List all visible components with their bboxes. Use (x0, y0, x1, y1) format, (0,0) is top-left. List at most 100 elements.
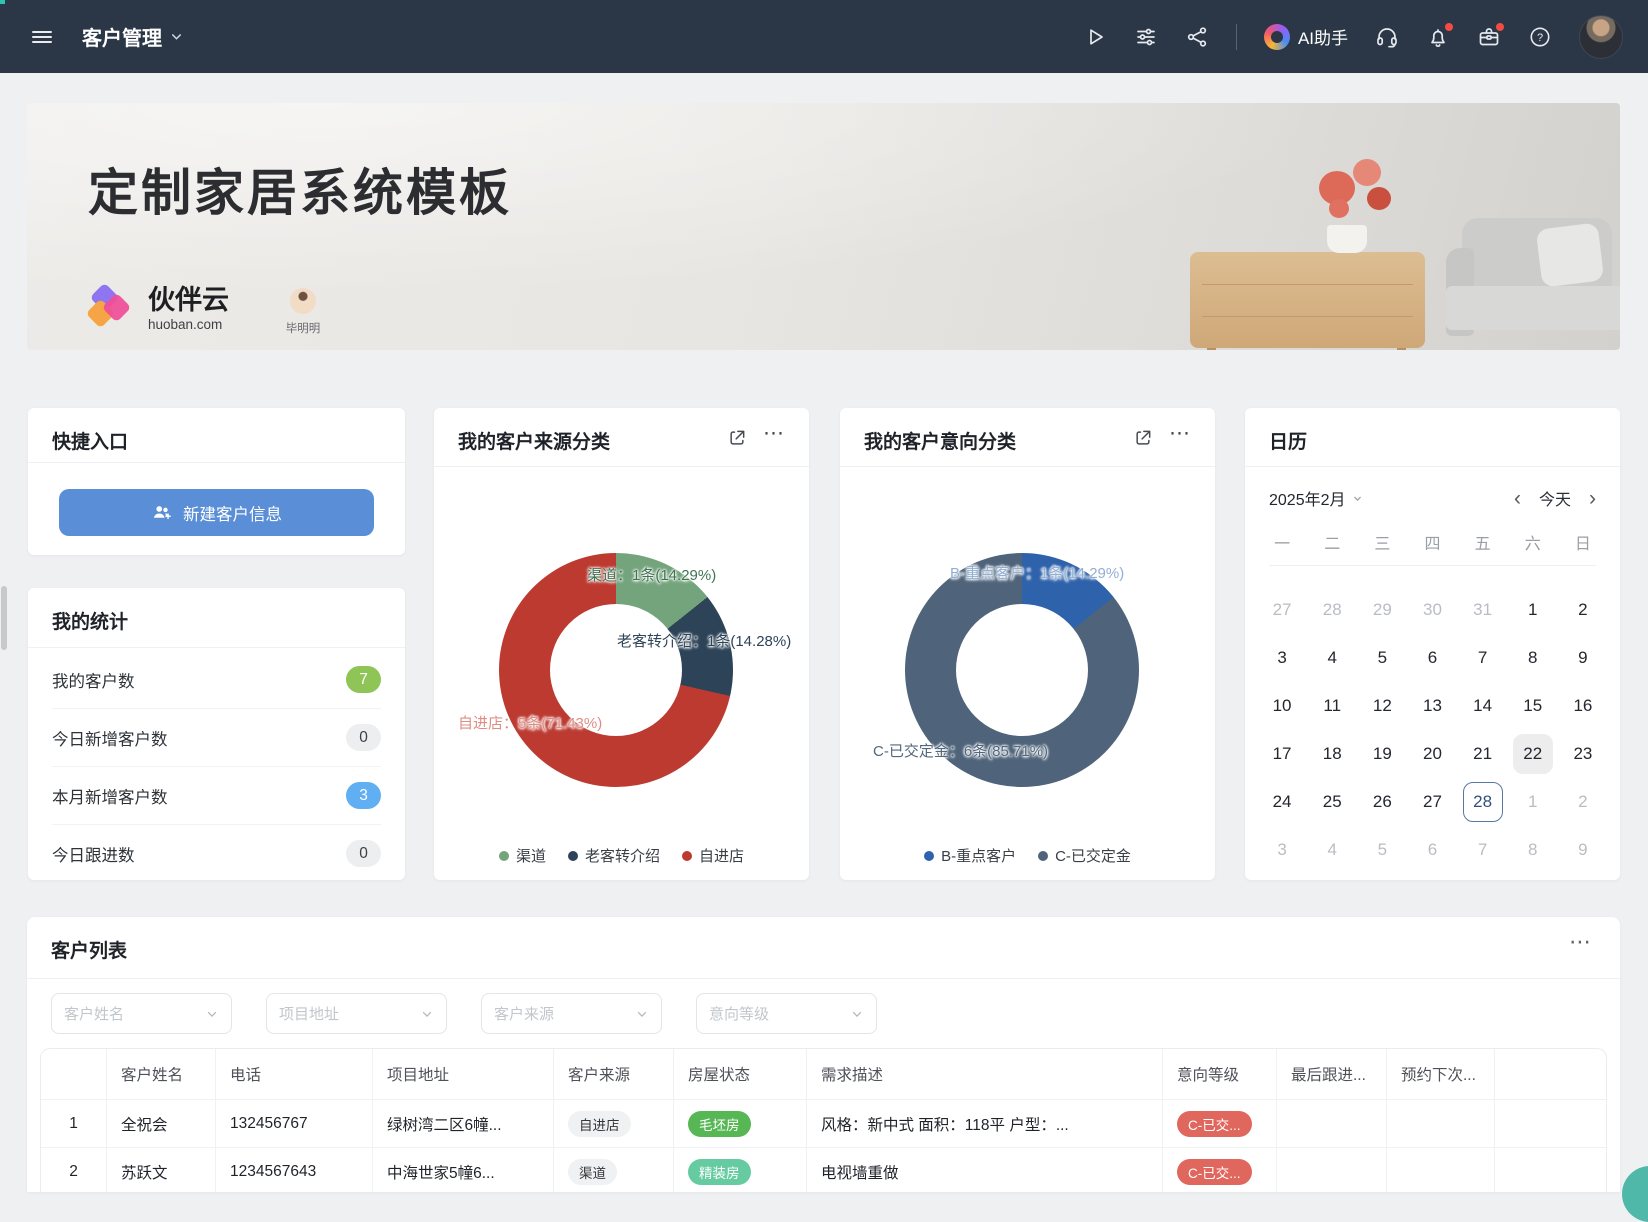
new-customer-button[interactable]: 新建客户信息 (59, 489, 374, 536)
cell-last-followup[interactable] (1277, 1148, 1387, 1192)
calendar-day[interactable]: 19 (1362, 734, 1402, 774)
legend-item[interactable]: 渠道 (499, 845, 546, 866)
month-selector[interactable]: 2025年2月 (1269, 486, 1363, 510)
legend-item[interactable]: C-已交定金 (1038, 845, 1131, 866)
cell-demand[interactable]: 风格：新中式 面积：118平 户型：... (807, 1100, 1163, 1147)
calendar-day[interactable]: 24 (1262, 782, 1302, 822)
ai-assistant-button[interactable]: AI助手 (1264, 24, 1348, 50)
calendar-day[interactable]: 26 (1362, 782, 1402, 822)
stat-row[interactable]: 今日新增客户数 0 (52, 709, 381, 767)
calendar-day[interactable]: 4 (1312, 830, 1352, 870)
calendar-day[interactable]: 6 (1412, 638, 1452, 678)
cell-house-status[interactable]: 毛坯房 (674, 1100, 807, 1147)
legend-item[interactable]: 老客转介绍 (568, 845, 660, 866)
table-row[interactable]: 2 苏跃文 1234567643 中海世家5幢6... 渠道 精装房 电视墙重做… (41, 1148, 1606, 1192)
calendar-day[interactable]: 23 (1563, 734, 1603, 774)
prev-month-button[interactable]: ‹ (1514, 488, 1521, 509)
share-icon[interactable] (1185, 25, 1209, 49)
cell-next-appointment[interactable] (1387, 1148, 1495, 1192)
calendar-day[interactable]: 7 (1463, 830, 1503, 870)
calendar-day[interactable]: 2 (1563, 782, 1603, 822)
cell-intention[interactable]: C-已交... (1163, 1100, 1277, 1147)
calendar-day[interactable]: 1 (1513, 782, 1553, 822)
filter-intention-level[interactable]: 意向等级 (696, 993, 877, 1034)
calendar-day[interactable]: 14 (1463, 686, 1503, 726)
header-cell[interactable]: 意向等级 (1163, 1049, 1277, 1099)
calendar-day[interactable]: 13 (1412, 686, 1452, 726)
cell-customer-name[interactable]: 全祝会 (107, 1100, 216, 1147)
calendar-day[interactable]: 12 (1362, 686, 1402, 726)
calendar-day[interactable]: 5 (1362, 638, 1402, 678)
calendar-day[interactable]: 5 (1362, 830, 1402, 870)
header-cell[interactable]: 项目地址 (373, 1049, 554, 1099)
header-cell[interactable]: 需求描述 (807, 1049, 1163, 1099)
calendar-day[interactable]: 18 (1312, 734, 1352, 774)
notifications-bell-icon[interactable] (1426, 25, 1450, 49)
cell-house-status[interactable]: 精装房 (674, 1148, 807, 1192)
filter-customer-name[interactable]: 客户姓名 (51, 993, 232, 1034)
calendar-day-today[interactable]: 28 (1463, 782, 1503, 822)
calendar-day[interactable]: 8 (1513, 638, 1553, 678)
calendar-day[interactable]: 10 (1262, 686, 1302, 726)
cell-last-followup[interactable] (1277, 1100, 1387, 1147)
calendar-day[interactable]: 21 (1463, 734, 1503, 774)
stat-row[interactable]: 本月新增客户数 3 (52, 767, 381, 825)
floating-assistant-button[interactable] (1622, 1166, 1648, 1222)
calendar-day[interactable]: 25 (1312, 782, 1352, 822)
open-in-new-icon[interactable] (727, 428, 747, 448)
open-in-new-icon[interactable] (1133, 428, 1153, 448)
header-cell[interactable]: 客户来源 (554, 1049, 674, 1099)
cell-phone[interactable]: 1234567643 (216, 1148, 373, 1192)
calendar-day[interactable]: 15 (1513, 686, 1553, 726)
cell-next-appointment[interactable] (1387, 1100, 1495, 1147)
filter-customer-source[interactable]: 客户来源 (481, 993, 662, 1034)
calendar-day[interactable]: 8 (1513, 830, 1553, 870)
calendar-day[interactable]: 30 (1412, 590, 1452, 630)
calendar-day[interactable]: 9 (1563, 638, 1603, 678)
settings-sliders-icon[interactable] (1134, 25, 1158, 49)
calendar-day[interactable]: 3 (1262, 638, 1302, 678)
calendar-day[interactable]: 27 (1262, 590, 1302, 630)
calendar-day[interactable]: 2 (1563, 590, 1603, 630)
filter-project-address[interactable]: 项目地址 (266, 993, 447, 1034)
calendar-day[interactable]: 17 (1262, 734, 1302, 774)
stat-row[interactable]: 我的客户数 7 (52, 651, 381, 709)
calendar-day[interactable]: 31 (1463, 590, 1503, 630)
hamburger-menu-icon[interactable] (30, 25, 54, 49)
calendar-day[interactable]: 20 (1412, 734, 1452, 774)
calendar-day[interactable]: 27 (1412, 782, 1452, 822)
workbench-briefcase-icon[interactable] (1477, 25, 1501, 49)
legend-item[interactable]: 自进店 (682, 845, 744, 866)
support-headset-icon[interactable] (1375, 25, 1399, 49)
help-icon[interactable]: ? (1528, 25, 1552, 49)
header-cell[interactable]: 最后跟进... (1277, 1049, 1387, 1099)
calendar-day[interactable]: 16 (1563, 686, 1603, 726)
stat-row[interactable]: 今日跟进数 0 (52, 825, 381, 882)
user-avatar[interactable] (1579, 15, 1623, 59)
header-cell[interactable]: 房屋状态 (674, 1049, 807, 1099)
app-title[interactable]: 客户管理 (82, 22, 184, 51)
calendar-day[interactable]: 7 (1463, 638, 1503, 678)
calendar-day[interactable]: 29 (1362, 590, 1402, 630)
cell-phone[interactable]: 132456767 (216, 1100, 373, 1147)
calendar-day[interactable]: 11 (1312, 686, 1352, 726)
more-icon[interactable]: ⋯ (763, 421, 785, 446)
page-scrollbar-thumb[interactable] (1, 586, 7, 650)
table-row[interactable]: 1 全祝会 132456767 绿树湾二区6幢... 自进店 毛坯房 风格：新中… (41, 1100, 1606, 1148)
run-play-icon[interactable] (1083, 25, 1107, 49)
cell-source[interactable]: 渠道 (554, 1148, 674, 1192)
next-month-button[interactable]: › (1589, 488, 1596, 509)
more-icon[interactable]: ⋯ (1569, 929, 1592, 955)
calendar-day-selected[interactable]: 22 (1513, 734, 1553, 774)
cell-source[interactable]: 自进店 (554, 1100, 674, 1147)
more-icon[interactable]: ⋯ (1169, 421, 1191, 446)
header-cell[interactable]: 电话 (216, 1049, 373, 1099)
legend-item[interactable]: B-重点客户 (924, 845, 1016, 866)
cell-intention[interactable]: C-已交... (1163, 1148, 1277, 1192)
cell-demand[interactable]: 电视墙重做 (807, 1148, 1163, 1192)
cell-address[interactable]: 中海世家5幢6... (373, 1148, 554, 1192)
header-cell[interactable]: 客户姓名 (107, 1049, 216, 1099)
calendar-day[interactable]: 6 (1412, 830, 1452, 870)
header-cell[interactable]: 预约下次... (1387, 1049, 1495, 1099)
calendar-day[interactable]: 4 (1312, 638, 1352, 678)
